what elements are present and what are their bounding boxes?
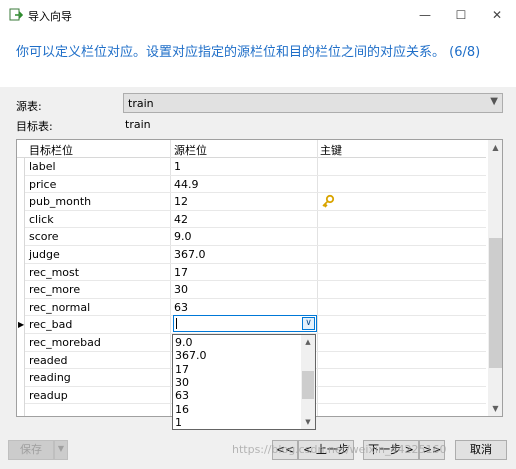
- step-instruction: 你可以定义栏位对应。设置对应指定的源栏位和目的栏位之间的对应关系。 (6/8): [16, 45, 481, 60]
- table-row[interactable]: pub_month 12: [25, 193, 486, 211]
- table-row[interactable]: click 42: [25, 211, 486, 229]
- target-field-cell[interactable]: rec_bad: [29, 318, 72, 331]
- source-field-cell[interactable]: 42: [174, 213, 188, 226]
- target-field-cell[interactable]: rec_normal: [29, 301, 90, 314]
- cancel-button[interactable]: 取消: [455, 440, 507, 460]
- title-bar: 导入向导 — ☐ ✕: [0, 0, 516, 31]
- minimize-button[interactable]: —: [410, 4, 440, 26]
- chevron-down-icon[interactable]: ∨: [302, 317, 315, 330]
- save-options-chevron-down-icon[interactable]: ▼: [54, 440, 68, 460]
- source-table-select[interactable]: train ▼: [123, 93, 503, 113]
- target-field-cell[interactable]: pub_month: [29, 195, 91, 208]
- target-field-cell[interactable]: rec_morebad: [29, 336, 101, 349]
- close-button[interactable]: ✕: [482, 4, 512, 26]
- source-field-cell[interactable]: 17: [174, 266, 188, 279]
- target-field-cell[interactable]: reading: [29, 371, 71, 384]
- table-row[interactable]: score 9.0: [25, 228, 486, 246]
- table-row[interactable]: rec_normal 63: [25, 299, 486, 317]
- save-button[interactable]: 保存: [8, 440, 54, 460]
- target-field-cell[interactable]: rec_most: [29, 266, 79, 279]
- source-field-cell[interactable]: 30: [174, 283, 188, 296]
- column-header-key[interactable]: 主键: [320, 142, 342, 158]
- target-field-cell[interactable]: readed: [29, 354, 68, 367]
- source-field-cell[interactable]: 12: [174, 195, 188, 208]
- table-row[interactable]: price 44.9: [25, 176, 486, 194]
- row-indicator-column: [17, 140, 25, 416]
- dropdown-option[interactable]: 9.0: [175, 336, 193, 349]
- table-row[interactable]: judge 367.0: [25, 246, 486, 264]
- watermark: https://blog.csdn.net/weixin_44225160: [232, 443, 447, 456]
- maximize-button[interactable]: ☐: [446, 4, 476, 26]
- target-field-cell[interactable]: judge: [29, 248, 60, 261]
- source-field-cell[interactable]: 367.0: [174, 248, 206, 261]
- column-header-source[interactable]: 源栏位: [174, 142, 207, 158]
- dropdown-option[interactable]: 63: [175, 389, 189, 402]
- dropdown-option[interactable]: 30: [175, 376, 189, 389]
- scroll-thumb[interactable]: [302, 371, 314, 399]
- table-row[interactable]: rec_most 17: [25, 264, 486, 282]
- dropdown-scrollbar[interactable]: ▲ ▼: [301, 335, 315, 429]
- scroll-up-arrow-icon[interactable]: ▲: [301, 335, 315, 349]
- wizard-header: 你可以定义栏位对应。设置对应指定的源栏位和目的栏位之间的对应关系。 (6/8): [0, 31, 516, 87]
- source-field-cell[interactable]: 9.0: [174, 230, 192, 243]
- target-field-cell[interactable]: click: [29, 213, 54, 226]
- grid-header: 目标栏位 源栏位 主键: [17, 140, 486, 158]
- source-field-combo[interactable]: ∨: [173, 315, 317, 332]
- source-field-dropdown[interactable]: 9.0 367.0 17 30 63 16 1 ▲ ▼: [172, 334, 316, 430]
- table-row[interactable]: rec_more 30: [25, 281, 486, 299]
- primary-key-icon[interactable]: [321, 194, 335, 211]
- dropdown-option[interactable]: 16: [175, 403, 189, 416]
- grid-vertical-scrollbar[interactable]: ▲ ▼: [488, 140, 502, 416]
- scroll-down-arrow-icon[interactable]: ▼: [301, 415, 315, 429]
- target-table-value: train: [125, 118, 151, 131]
- chevron-down-icon: ▼: [490, 96, 498, 107]
- target-field-cell[interactable]: rec_more: [29, 283, 80, 296]
- target-field-cell[interactable]: score: [29, 230, 59, 243]
- target-field-cell[interactable]: label: [29, 160, 56, 173]
- text-caret: [176, 318, 177, 329]
- source-field-cell[interactable]: 63: [174, 301, 188, 314]
- scroll-up-arrow-icon[interactable]: ▲: [488, 140, 502, 155]
- column-header-target[interactable]: 目标栏位: [29, 142, 73, 158]
- source-table-label: 源表:: [16, 100, 42, 113]
- source-field-cell[interactable]: 1: [174, 160, 181, 173]
- window-title: 导入向导: [28, 10, 72, 23]
- target-table-label: 目标表:: [16, 120, 53, 133]
- scroll-thumb[interactable]: [489, 238, 502, 368]
- source-field-cell[interactable]: 44.9: [174, 178, 199, 191]
- dropdown-option[interactable]: 1: [175, 416, 182, 429]
- dropdown-option[interactable]: 17: [175, 363, 189, 376]
- target-field-cell[interactable]: readup: [29, 389, 68, 402]
- target-field-cell[interactable]: price: [29, 178, 56, 191]
- table-row[interactable]: label 1: [25, 158, 486, 176]
- scroll-down-arrow-icon[interactable]: ▼: [488, 401, 502, 416]
- dropdown-option[interactable]: 367.0: [175, 349, 207, 362]
- current-row-marker-icon: ▶: [18, 320, 25, 330]
- source-table-value: train: [128, 97, 154, 110]
- import-wizard-icon: [9, 8, 23, 21]
